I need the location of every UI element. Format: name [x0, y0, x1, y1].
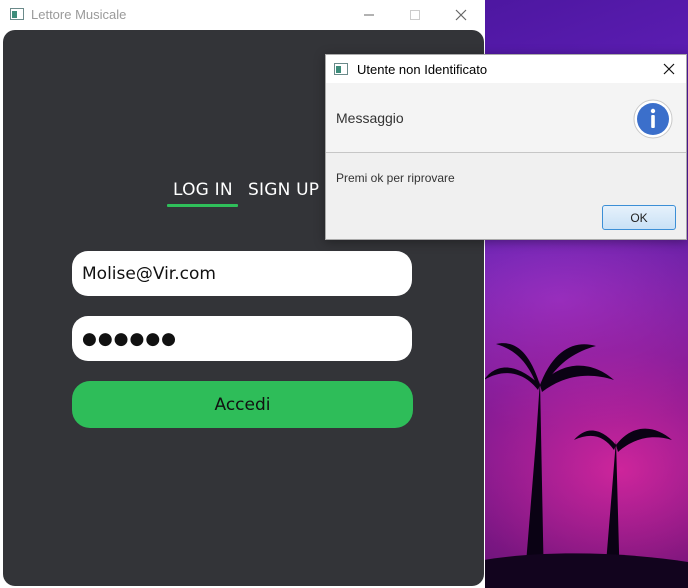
dialog-header: Messaggio [326, 83, 686, 153]
dialog-titlebar[interactable]: Utente non Identificato [326, 55, 686, 83]
login-button[interactable]: Accedi [72, 381, 413, 428]
palm-tree-silhouette [484, 343, 688, 588]
close-icon [455, 9, 467, 21]
info-icon [633, 99, 673, 139]
dialog-heading: Messaggio [336, 110, 404, 126]
app-window-icon [10, 8, 24, 20]
dialog-window-icon [334, 63, 348, 75]
minimize-button[interactable] [346, 0, 392, 30]
email-field[interactable]: Molise@Vir.com [72, 251, 412, 296]
main-window-title: Lettore Musicale [31, 7, 127, 22]
alert-dialog: Utente non Identificato Messaggio Premi … [325, 54, 687, 240]
ok-button[interactable]: OK [602, 205, 676, 230]
maximize-button[interactable] [392, 0, 438, 30]
dialog-message: Premi ok per riprovare [336, 171, 455, 185]
tab-login[interactable]: LOG IN [173, 180, 233, 200]
active-tab-indicator [167, 204, 238, 207]
tab-signup[interactable]: SIGN UP [248, 180, 319, 200]
main-titlebar[interactable]: Lettore Musicale [0, 0, 485, 30]
minimize-icon [364, 14, 374, 16]
close-icon [663, 63, 675, 75]
maximize-icon [410, 10, 420, 20]
password-field[interactable]: ●●●●●● [72, 316, 412, 361]
dialog-title: Utente non Identificato [357, 62, 488, 77]
close-button[interactable] [438, 0, 484, 30]
dialog-close-button[interactable] [652, 55, 686, 83]
